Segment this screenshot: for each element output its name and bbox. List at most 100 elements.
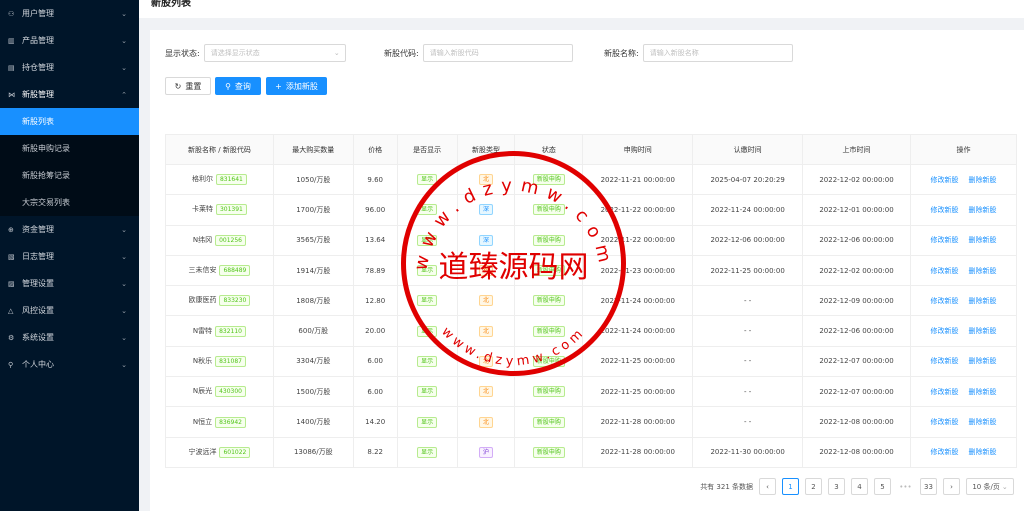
name-cell: 三未信安 688489 (165, 254, 274, 287)
edit-ipo-link[interactable]: 修改新股 (930, 267, 958, 275)
list-time-cell: 2022-12-09 00:00:00 (802, 285, 911, 317)
sidebar: ⚇ 用户管理 ⌄ ▥ 产品管理 ⌄ ▤ 持仓管理 ⌄ ⋈ 新股管理 ⌃ 新股列表 新股申购记录 新股抢筹记录… (0, 0, 139, 511)
sidebar-item-9[interactable]: ⚲ 个人中心 ⌄ (0, 351, 139, 378)
query-button[interactable]: ⚲ 查询 (215, 77, 261, 95)
last-page-button[interactable]: 33 (920, 478, 937, 495)
page-size-select[interactable]: 10 条/页 ⌄ (966, 478, 1014, 495)
edit-ipo-link[interactable]: 修改新股 (930, 327, 958, 335)
sidebar-item-label: 产品管理 (22, 36, 54, 45)
edit-ipo-link[interactable]: 修改新股 (930, 418, 958, 426)
sidebar-item-2[interactable]: ▤ 持仓管理 ⌄ (0, 54, 139, 81)
qty-cell: 3565/万股 (272, 224, 354, 256)
code-input[interactable]: 请输入新股代码 (422, 44, 573, 62)
chevron-down-icon: ⌄ (121, 36, 127, 45)
edit-ipo-link[interactable]: 修改新股 (930, 206, 958, 214)
status-label: 显示状态: (165, 48, 200, 58)
name-cell: 卡莱特 301391 (165, 194, 274, 226)
status-badge: 新股申购 (532, 265, 565, 277)
delete-ipo-link[interactable]: 删除新股 (968, 327, 996, 335)
page-button-4[interactable]: 4 (851, 478, 868, 495)
status-cell: 新股申购 (514, 163, 584, 196)
delete-ipo-link[interactable]: 删除新股 (968, 388, 996, 396)
add-ipo-button[interactable]: + 添加新股 (266, 77, 327, 95)
apply-time-cell: 2022-11-22 00:00:00 (582, 224, 694, 256)
sidebar-item-3[interactable]: ⋈ 新股管理 ⌃ (0, 81, 139, 108)
actions-cell: 修改新股 删除新股 (909, 224, 1018, 256)
table-row: 格利尔 831641 1050/万股 9.60 显示北新股申购 2022-11-21 00… (165, 163, 1018, 196)
column-header: 是否显示 (396, 134, 458, 165)
sidebar-item-7[interactable]: △ 风控设置 ⌄ (0, 297, 139, 324)
ipo-name: 格利尔 (191, 175, 213, 184)
ipo-name: N辰光 (192, 387, 213, 396)
show-badge: 显示 (417, 416, 438, 428)
reset-button[interactable]: ↻ 重置 (165, 77, 211, 95)
sidebar-subitem-3[interactable]: 大宗交易列表 (0, 189, 139, 216)
edit-ipo-link[interactable]: 修改新股 (930, 176, 958, 184)
ipo-code-badge: 831087 (215, 355, 246, 367)
sidebar-item-0[interactable]: ⚇ 用户管理 ⌄ (0, 0, 139, 27)
type-badge: 科 (478, 265, 493, 277)
sidebar-item-4[interactable]: ⊕ 资金管理 ⌄ (0, 216, 139, 243)
edit-ipo-link[interactable]: 修改新股 (930, 297, 958, 305)
risk-icon: △ (8, 306, 14, 315)
sidebar-subitem-2[interactable]: 新股抢筹记录 (0, 162, 139, 189)
sidebar-item-label: 资金管理 (22, 225, 54, 234)
table-row: N恒立 836942 1400/万股 14.20 显示北新股申购 2022-11-28 0… (165, 406, 1018, 438)
delete-ipo-link[interactable]: 删除新股 (968, 176, 996, 184)
delete-ipo-link[interactable]: 删除新股 (968, 418, 996, 426)
chevron-down-icon: ⌄ (121, 9, 127, 18)
gear-icon: ⚙ (8, 333, 15, 342)
sidebar-item-label: 个人中心 (22, 360, 54, 369)
ipo-name: 欧康医药 (188, 296, 217, 305)
sidebar-item-5[interactable]: ▧ 日志管理 ⌄ (0, 243, 139, 270)
list-time-cell: 2022-12-07 00:00:00 (802, 376, 911, 408)
status-placeholder: 请选择显示状态 (210, 49, 260, 57)
query-label: 查询 (234, 81, 251, 91)
edit-ipo-link[interactable]: 修改新股 (930, 357, 958, 365)
page-button-2[interactable]: 2 (805, 478, 822, 495)
delete-ipo-link[interactable]: 删除新股 (968, 206, 996, 214)
edit-ipo-link[interactable]: 修改新股 (930, 448, 958, 456)
prev-page-button[interactable]: ‹ (759, 478, 776, 495)
apply-time-cell: 2022-11-28 00:00:00 (582, 406, 694, 438)
qty-cell: 13086/万股 (272, 436, 354, 468)
type-cell: 科 (456, 254, 516, 287)
show-badge: 显示 (417, 174, 438, 186)
price-cell: 6.00 (352, 376, 398, 408)
name-input[interactable]: 请输入新股名称 (642, 44, 793, 62)
edit-ipo-link[interactable]: 修改新股 (930, 388, 958, 396)
show-badge: 显示 (417, 386, 438, 398)
delete-ipo-link[interactable]: 删除新股 (968, 236, 996, 244)
ipo-code-badge: 001256 (215, 234, 246, 246)
sub-time-cell: - - (692, 315, 804, 347)
page-button-3[interactable]: 3 (828, 478, 845, 495)
sub-time-cell: 2022-11-24 00:00:00 (692, 194, 804, 226)
actions-cell: 修改新股 删除新股 (909, 194, 1018, 226)
sidebar-subitem-0[interactable]: 新股列表 (0, 108, 139, 135)
chevron-down-icon: ⌄ (121, 63, 127, 72)
type-badge: 深 (478, 204, 493, 216)
sidebar-item-6[interactable]: ▨ 管理设置 ⌄ (0, 270, 139, 297)
delete-ipo-link[interactable]: 删除新股 (968, 297, 996, 305)
qty-cell: 1500/万股 (272, 376, 354, 408)
page-button-5[interactable]: 5 (874, 478, 891, 495)
sidebar-subitem-1[interactable]: 新股申购记录 (0, 135, 139, 162)
filter-code: 新股代码: 请输入新股代码 (384, 44, 573, 62)
status-cell: 新股申购 (514, 376, 584, 408)
delete-ipo-link[interactable]: 删除新股 (968, 267, 996, 275)
next-page-button[interactable]: › (943, 478, 960, 495)
page-button-1[interactable]: 1 (782, 478, 799, 495)
status-cell: 新股申购 (514, 254, 584, 287)
search-icon: ⚲ (225, 81, 231, 91)
list-time-cell: 2022-12-07 00:00:00 (802, 345, 911, 378)
sidebar-item-8[interactable]: ⚙ 系统设置 ⌄ (0, 324, 139, 351)
sidebar-item-1[interactable]: ▥ 产品管理 ⌄ (0, 27, 139, 54)
delete-ipo-link[interactable]: 删除新股 (968, 357, 996, 365)
apply-time-cell: 2022-11-28 00:00:00 (582, 436, 694, 468)
ipo-code-badge: 831641 (215, 174, 247, 186)
edit-ipo-link[interactable]: 修改新股 (930, 236, 958, 244)
delete-ipo-link[interactable]: 删除新股 (968, 448, 996, 456)
page-ellipsis[interactable]: ••• (897, 478, 914, 495)
status-select[interactable]: 请选择显示状态 ⌄ (203, 44, 346, 62)
ipo-icon: ⋈ (8, 90, 15, 99)
